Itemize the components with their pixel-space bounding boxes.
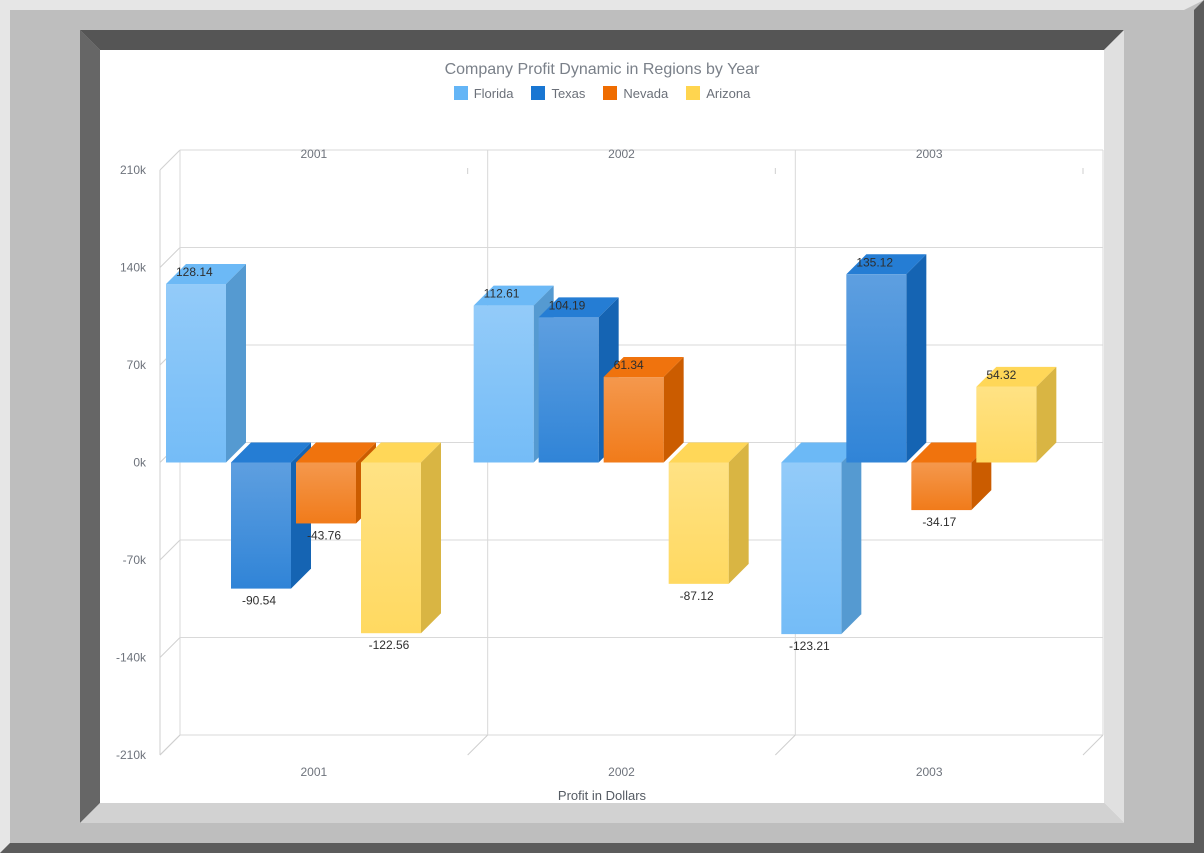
x-tick-label: 2001 — [300, 765, 327, 779]
bar-front — [361, 462, 421, 634]
gridline-side — [159, 637, 181, 658]
data-label: 135.12 — [856, 255, 893, 269]
bar-front — [976, 386, 1037, 463]
bar-florida-2003 — [781, 442, 862, 635]
plot-area: 210k 140k 70k 0k -70k -140k -210k 2001 2001 2002 2… — [116, 147, 1104, 779]
y-tick-label: -70k — [123, 553, 147, 567]
y-tick-label: -210k — [116, 748, 147, 762]
data-label: 54.32 — [986, 368, 1016, 382]
y-tick-label: 210k — [120, 163, 147, 177]
bar-arizona-2002 — [668, 442, 749, 584]
bar-florida-2001 — [166, 264, 246, 463]
x-tick-label-top: 2002 — [608, 147, 635, 161]
bar-front — [668, 462, 729, 584]
x-tick-label: 2002 — [608, 765, 635, 779]
data-label: -90.54 — [242, 594, 276, 608]
data-label: 128.14 — [176, 265, 213, 279]
x-tick-label: 2003 — [916, 765, 943, 779]
x-tick-label-top: 2001 — [300, 147, 327, 161]
bar-arizona-2001 — [361, 442, 441, 634]
bar-front — [911, 462, 972, 511]
data-label: -43.76 — [307, 528, 341, 542]
x-axis-tick — [467, 734, 489, 756]
bar-front — [538, 317, 599, 463]
data-label: -123.21 — [789, 639, 830, 653]
y-tick-label: 70k — [127, 358, 147, 372]
x-tick-label-top: 2003 — [916, 147, 943, 161]
bar-side — [841, 442, 862, 635]
bar-side — [728, 442, 749, 584]
chart-frame: Company Profit Dynamic in Regions by Yea… — [0, 0, 1204, 853]
x-axis-tick — [1082, 734, 1104, 756]
data-label: -122.56 — [369, 638, 410, 652]
x-axis-title: Profit in Dollars — [557, 788, 647, 803]
data-label: -34.17 — [922, 515, 956, 529]
y-tick-label: -140k — [116, 651, 147, 665]
x-axis-tick — [774, 734, 796, 756]
bar-side — [226, 264, 246, 463]
data-label: 104.19 — [549, 298, 586, 312]
data-label: 61.34 — [614, 358, 644, 372]
bar-front — [473, 305, 534, 463]
bar-front — [781, 462, 842, 635]
y-tick-label: 0k — [133, 456, 147, 470]
data-label: 112.61 — [484, 287, 520, 301]
y-tick-label: 140k — [120, 261, 147, 275]
bar-side — [906, 254, 927, 463]
bar-front — [166, 284, 226, 463]
bar-front — [603, 377, 664, 463]
data-label: -87.12 — [680, 589, 714, 603]
x-axis-tick — [159, 734, 181, 756]
gridline-side — [159, 539, 181, 561]
gridline-side — [159, 149, 181, 171]
bar-front — [231, 462, 291, 589]
bar-side — [421, 442, 441, 634]
bar-nevada-2002 — [603, 357, 684, 463]
bar-texas-2003 — [846, 254, 927, 463]
bar-front — [296, 462, 356, 524]
bar-front — [846, 274, 907, 463]
